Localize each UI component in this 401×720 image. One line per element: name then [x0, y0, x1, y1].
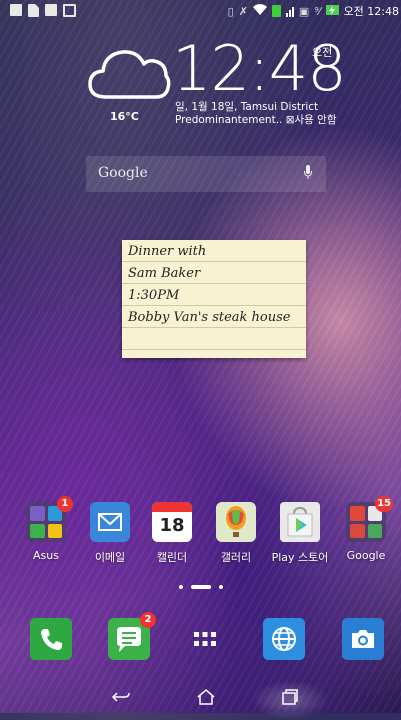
- phone-app[interactable]: [30, 618, 72, 660]
- app-label: Asus: [33, 549, 59, 562]
- calendar-icon: 18: [152, 502, 192, 542]
- wifi-icon: [252, 4, 267, 18]
- globe-icon: [272, 627, 296, 651]
- page-dot: [178, 585, 183, 589]
- window-icon: [45, 4, 57, 16]
- app-gallery[interactable]: 갤러리: [206, 502, 266, 565]
- app-label: 캘린더: [156, 551, 188, 564]
- back-button[interactable]: [101, 684, 141, 710]
- folder-icon: 1: [26, 496, 73, 542]
- all-apps-button[interactable]: [184, 618, 226, 660]
- status-bar: ▯ ✗ ▣ ⁹⁄ 오전 12:48: [0, 0, 401, 22]
- cloud-icon: [88, 50, 171, 99]
- play-store-icon: [280, 502, 320, 542]
- app-calendar[interactable]: 18 캘린더: [142, 502, 202, 565]
- system-icons: ▯ ✗ ▣ ⁹⁄ 오전 12:48: [228, 3, 399, 19]
- app-play-store[interactable]: Play 스토어: [270, 502, 330, 565]
- note-line: Dinner with: [128, 244, 207, 259]
- temperature: 16°C: [110, 110, 139, 123]
- clock-ampm: 오전: [312, 46, 333, 59]
- messages-app[interactable]: 2: [108, 612, 156, 660]
- camera-app[interactable]: [342, 618, 384, 660]
- app-label: Play 스토어: [271, 551, 329, 564]
- app-label: 이메일: [94, 551, 126, 564]
- sim2-icon: ▣: [298, 4, 310, 18]
- app-google-folder[interactable]: 15 Google: [336, 496, 396, 562]
- notification-icons: [10, 4, 76, 17]
- recent-apps-button[interactable]: [270, 684, 310, 710]
- notification-badge: 15: [375, 496, 393, 512]
- note-line: 1:30PM: [128, 288, 180, 303]
- home-button[interactable]: [186, 684, 226, 710]
- notification-badge: 1: [57, 496, 73, 512]
- email-icon: [90, 502, 130, 542]
- page-dot-current: [190, 585, 211, 589]
- file-icon: [28, 4, 39, 17]
- home-icon: [197, 689, 215, 705]
- date-location: 일, 1월 18일, Tamsui District: [175, 101, 319, 113]
- memo-widget[interactable]: Dinner with Sam Baker 1:30PM Bobby Van's…: [122, 240, 306, 358]
- phone-icon: [41, 629, 62, 650]
- signal-icon: [285, 5, 294, 17]
- note-line: Bobby Van's steak house: [128, 310, 291, 325]
- sim-icon: [271, 5, 281, 17]
- navigation-bar: [0, 680, 401, 713]
- mute-icon: ✗: [238, 4, 248, 18]
- page-indicator[interactable]: [0, 585, 401, 589]
- microphone-icon[interactable]: [304, 165, 312, 179]
- camera-icon: [352, 630, 374, 648]
- app-label: Google: [346, 549, 386, 562]
- calendar-icon: [10, 4, 22, 16]
- page-dot: [218, 585, 223, 589]
- gallery-balloon-icon: [216, 502, 256, 542]
- app-email[interactable]: 이메일: [80, 502, 140, 565]
- recent-apps-icon: [282, 689, 298, 705]
- battery-charging-icon: [325, 4, 339, 19]
- google-search-bar[interactable]: Google: [86, 156, 326, 192]
- tablet-icon: [63, 4, 76, 17]
- signal2-icon: ⁹⁄: [314, 4, 321, 18]
- weather-description: Predominantement.. ⊠사용 안함: [175, 114, 337, 126]
- browser-app[interactable]: [263, 618, 305, 660]
- status-time: 오전 12:48: [343, 5, 399, 18]
- calendar-day: 18: [159, 515, 185, 536]
- app-asus-folder[interactable]: 1 Asus: [16, 496, 76, 562]
- date-weather: 일, 1월 18일, Tamsui District Predominantem…: [175, 101, 337, 127]
- folder-icon: 15: [346, 496, 393, 542]
- app-label: 갤러리: [220, 551, 252, 564]
- app-drawer-icon: [194, 632, 216, 646]
- vibrate-icon: ▯: [227, 4, 234, 18]
- notification-badge: 2: [140, 612, 156, 628]
- google-logo: Google: [98, 165, 148, 181]
- back-icon: [111, 692, 130, 702]
- note-line: Sam Baker: [128, 266, 201, 281]
